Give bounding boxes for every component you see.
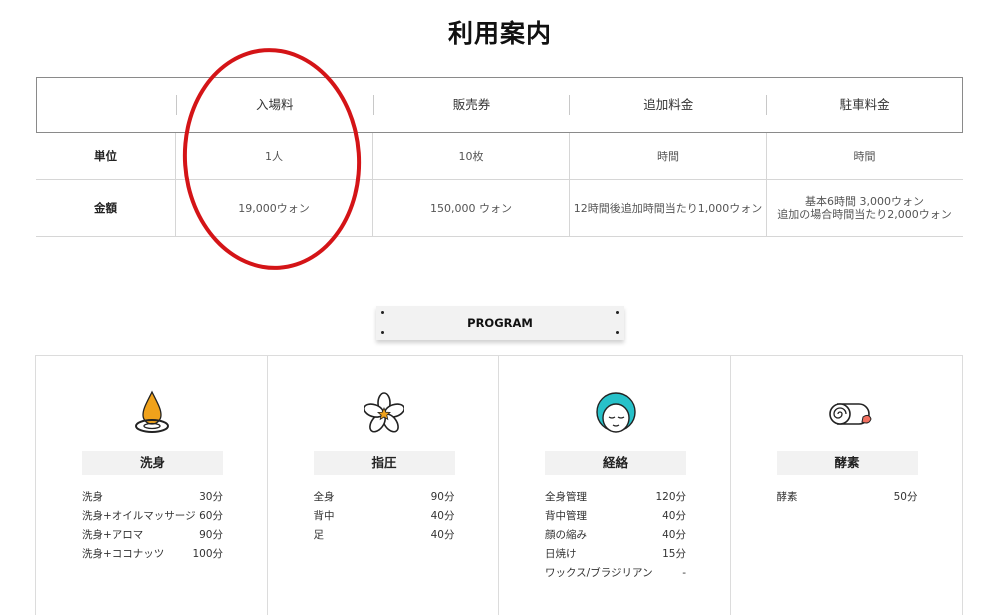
item-duration: 40分 (430, 529, 455, 541)
parking-fee-line-1: 基本6時間 3,000ウォン (805, 195, 924, 208)
row-label: 金額 (94, 200, 117, 215)
flower-icon (363, 392, 404, 433)
program-banner-label: PROGRAM (467, 316, 533, 330)
list-item: 全身管理 120分 (545, 488, 686, 507)
program-name: 指圧 (313, 451, 455, 475)
program-card-senshin: 洗身 洗身 30分 洗身+オイルマッサージ 60分 洗身+アロマ 90分 洗身+ココナ… (36, 356, 268, 615)
item-label: 全身 (313, 491, 335, 503)
parking-fee-cell: 基本6時間 3,000ウォン 追加の場合時間当たり2,000ウォン (766, 180, 962, 236)
item-label: 洗身+ココナッツ (82, 548, 165, 560)
item-label: 全身管理 (545, 491, 587, 503)
item-label: ワックス/ブラジリアン (545, 567, 653, 579)
list-item: 全身 90分 (314, 488, 455, 507)
cell-value: 時間 (569, 133, 766, 179)
item-label: 足 (313, 529, 325, 541)
program-card-keiraku: 経絡 全身管理 120分 背中管理 40分 顔の縮み 40分 日焼け 15分 ワックス/… (499, 356, 731, 615)
item-duration: 90分 (199, 529, 223, 541)
pin-dot (616, 311, 619, 314)
list-item: 洗身+ココナッツ 100分 (82, 545, 223, 564)
item-duration: 40分 (430, 510, 455, 522)
cell-value: 時間 (766, 133, 962, 179)
item-duration: 120分 (655, 491, 686, 503)
program-items: 全身 90分 背中 40分 足 40分 (314, 488, 455, 545)
program-items: 全身管理 120分 背中管理 40分 顔の縮み 40分 日焼け 15分 ワックス/ブラジ… (545, 488, 686, 583)
item-duration: 50分 (893, 491, 918, 503)
oil-drop-icon (135, 390, 169, 433)
pricing-header-parking: 駐車料金 (766, 95, 962, 115)
pricing-row-unit: 単位 1人 10枚 時間 時間 (36, 133, 963, 180)
rolled-towel-icon (828, 403, 872, 425)
list-item: 日焼け 15分 (545, 545, 686, 564)
pin-dot (381, 311, 384, 314)
list-item: 洗身+アロマ 90分 (82, 526, 223, 545)
program-card-kouso: 酵素 酵素 50分 (731, 356, 963, 615)
pricing-header-extra-fee: 追加料金 (569, 95, 766, 115)
item-duration: 15分 (662, 548, 686, 560)
list-item: 洗身 30分 (82, 488, 223, 507)
pin-dot (616, 331, 619, 334)
item-duration: 30分 (199, 491, 223, 503)
item-duration: 60分 (199, 510, 223, 522)
program-items: 洗身 30分 洗身+オイルマッサージ 60分 洗身+アロマ 90分 洗身+ココナッツ 1… (82, 488, 223, 564)
cell-value: 12時間後追加時間当たり1,000ウォン (569, 180, 766, 236)
program-banner: PROGRAM (376, 306, 624, 340)
pricing-header-tickets: 販売券 (372, 95, 570, 115)
program-card-shiatsu: 指圧 全身 90分 背中 40分 足 40分 (268, 356, 499, 615)
pin-dot (381, 331, 384, 334)
program-items: 酵素 50分 (777, 488, 918, 507)
program-grid: 洗身 洗身 30分 洗身+オイルマッサージ 60分 洗身+アロマ 90分 洗身+ココナ… (35, 355, 963, 615)
pricing-row-amount: 金額 19,000ウォン 150,000 ウォン 12時間後追加時間当たり1,0… (36, 180, 963, 237)
item-duration: - (682, 567, 686, 579)
program-name: 洗身 (82, 451, 223, 475)
item-label: 顔の縮み (545, 529, 587, 541)
list-item: 背中 40分 (314, 507, 455, 526)
item-duration: 100分 (192, 548, 223, 560)
cell-value: 10枚 (372, 133, 569, 179)
program-name: 経絡 (545, 451, 686, 475)
item-duration: 90分 (430, 491, 455, 503)
item-duration: 40分 (662, 510, 686, 522)
item-label: 洗身 (82, 491, 103, 503)
row-label: 単位 (94, 148, 117, 163)
item-label: 洗身+アロマ (82, 529, 144, 541)
list-item: 背中管理 40分 (545, 507, 686, 526)
list-item: 足 40分 (314, 526, 455, 545)
pricing-header-row: 入場料 販売券 追加料金 駐車料金 (36, 77, 963, 133)
item-label: 酵素 (776, 491, 798, 503)
item-duration: 40分 (662, 529, 686, 541)
list-item: 酵素 50分 (777, 488, 918, 507)
item-label: 背中 (313, 510, 335, 522)
cell-value: 150,000 ウォン (372, 180, 569, 236)
list-item: 顔の縮み 40分 (545, 526, 686, 545)
item-label: 日焼け (545, 548, 577, 560)
item-label: 洗身+オイルマッサージ (82, 510, 196, 522)
face-towel-icon (596, 392, 636, 433)
pricing-table: 入場料 販売券 追加料金 駐車料金 単位 1人 10枚 時間 時間 金額 19,… (36, 77, 963, 237)
list-item: 洗身+オイルマッサージ 60分 (82, 507, 223, 526)
page-title: 利用案内 (447, 19, 552, 48)
list-item: ワックス/ブラジリアン - (545, 564, 686, 583)
item-label: 背中管理 (545, 510, 587, 522)
program-name: 酵素 (776, 451, 918, 475)
parking-fee-line-2: 追加の場合時間当たり2,000ウォン (777, 208, 952, 221)
